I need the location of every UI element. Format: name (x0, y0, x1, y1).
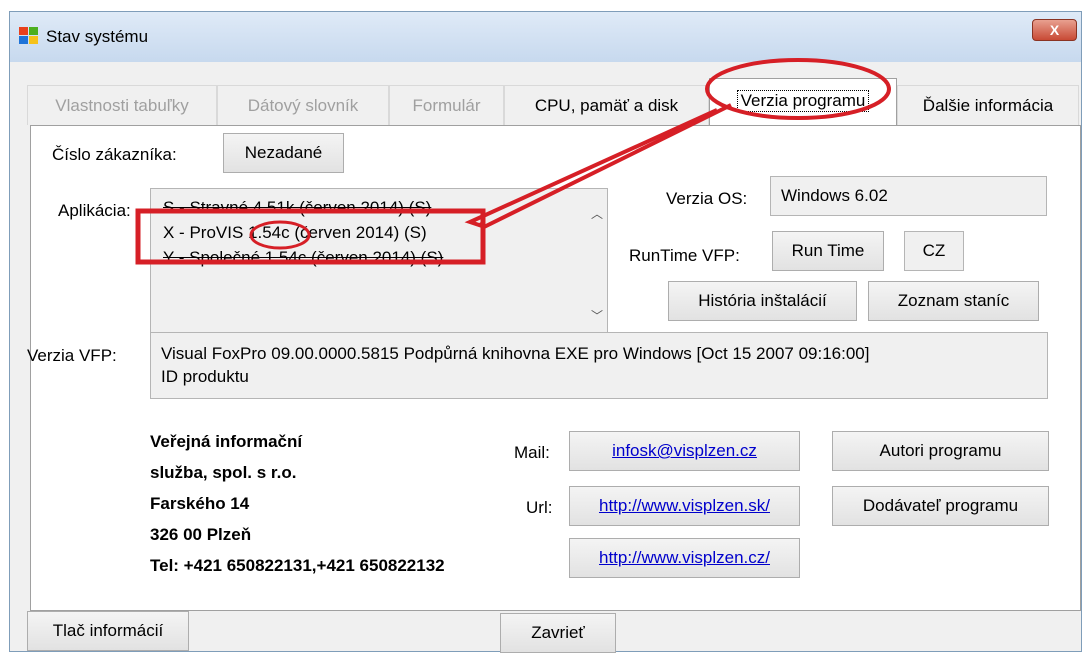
scroll-up-icon[interactable]: ︿ (591, 205, 603, 222)
customer-label: Číslo zákazníka: (52, 145, 177, 164)
mail-link-button[interactable]: infosk@visplzen.cz (569, 431, 800, 471)
company-city: 326 00 Plzeň (150, 525, 252, 544)
runtime-language-field: CZ (904, 231, 964, 271)
company-name-line1: Veřejná informační (150, 432, 303, 451)
vfp-version-text: Visual FoxPro 09.00.0000.5815 Podpůrná k… (161, 344, 870, 363)
mail-label: Mail: (514, 443, 550, 462)
os-version-field: Windows 6.02 (770, 176, 1047, 216)
company-phone: Tel: +421 650822131,+421 650822132 (150, 556, 445, 575)
list-item[interactable]: X - ProVIS 1.54c (červen 2014) (S) (163, 223, 427, 243)
close-window-button[interactable]: X (1032, 19, 1077, 41)
mail-link[interactable]: infosk@visplzen.cz (612, 441, 757, 460)
customer-number-button[interactable]: Nezadané (223, 133, 344, 173)
company-name-line2: služba, spol. s r.o. (150, 463, 297, 482)
tab-label: Verzia programu (736, 90, 870, 112)
list-item[interactable]: Y - Společné 1.54c (červen 2014) (S) (163, 248, 443, 268)
vfp-version-label: Verzia VFP: (27, 346, 117, 365)
vfp-version-field: Visual FoxPro 09.00.0000.5815 Podpůrná k… (150, 332, 1048, 399)
url-cz-button[interactable]: http://www.visplzen.cz/ (569, 538, 800, 578)
tab-table-properties[interactable]: Vlastnosti tabuľky (27, 85, 217, 125)
url-cz-link[interactable]: http://www.visplzen.cz/ (599, 548, 770, 567)
close-button[interactable]: Zavrieť (500, 613, 616, 653)
tab-data-dictionary[interactable]: Dátový slovník (217, 85, 389, 125)
supplier-button[interactable]: Dodávateľ programu (832, 486, 1049, 526)
application-list[interactable]: S - Stravné 4.51k (červen 2014) (S) X - … (150, 188, 608, 334)
runtime-button[interactable]: Run Time (772, 231, 884, 271)
os-version-label: Verzia OS: (666, 189, 748, 208)
station-list-button[interactable]: Zoznam staníc (868, 281, 1039, 321)
runtime-label: RunTime VFP: (629, 246, 740, 265)
authors-button[interactable]: Autori programu (832, 431, 1049, 471)
tab-form[interactable]: Formulár (389, 85, 504, 125)
tab-label: Vlastnosti tabuľky (55, 96, 189, 115)
url-label: Url: (526, 498, 553, 517)
window-title: Stav systému (46, 27, 149, 46)
tab-label: Dátový slovník (247, 96, 359, 115)
tab-program-version[interactable]: Verzia programu (709, 78, 897, 126)
tab-label: Ďalšie informácia (922, 96, 1054, 115)
product-id-text: ID produktu (161, 367, 249, 386)
application-label: Aplikácia: (58, 201, 131, 220)
url-sk-link[interactable]: http://www.visplzen.sk/ (599, 496, 770, 515)
list-item[interactable]: S - Stravné 4.51k (červen 2014) (S) (163, 198, 431, 218)
system-status-window: Stav systému X Vlastnosti tabuľky Dátový… (9, 11, 1082, 653)
tab-more-info[interactable]: Ďalšie informácia (897, 85, 1079, 125)
windows-logo-icon (19, 27, 38, 44)
print-info-button[interactable]: Tlač informácií (27, 611, 189, 651)
install-history-button[interactable]: História inštalácií (668, 281, 857, 321)
tab-cpu-memory-disk[interactable]: CPU, pamäť a disk (504, 85, 709, 125)
title-bar[interactable]: Stav systému X (10, 12, 1081, 62)
close-icon: X (1049, 22, 1060, 38)
tab-label: Formulár (412, 96, 481, 115)
company-street: Farského 14 (150, 494, 250, 513)
url-sk-button[interactable]: http://www.visplzen.sk/ (569, 486, 800, 526)
tab-label: CPU, pamäť a disk (534, 96, 679, 115)
scroll-down-icon[interactable]: ﹀ (591, 307, 603, 324)
